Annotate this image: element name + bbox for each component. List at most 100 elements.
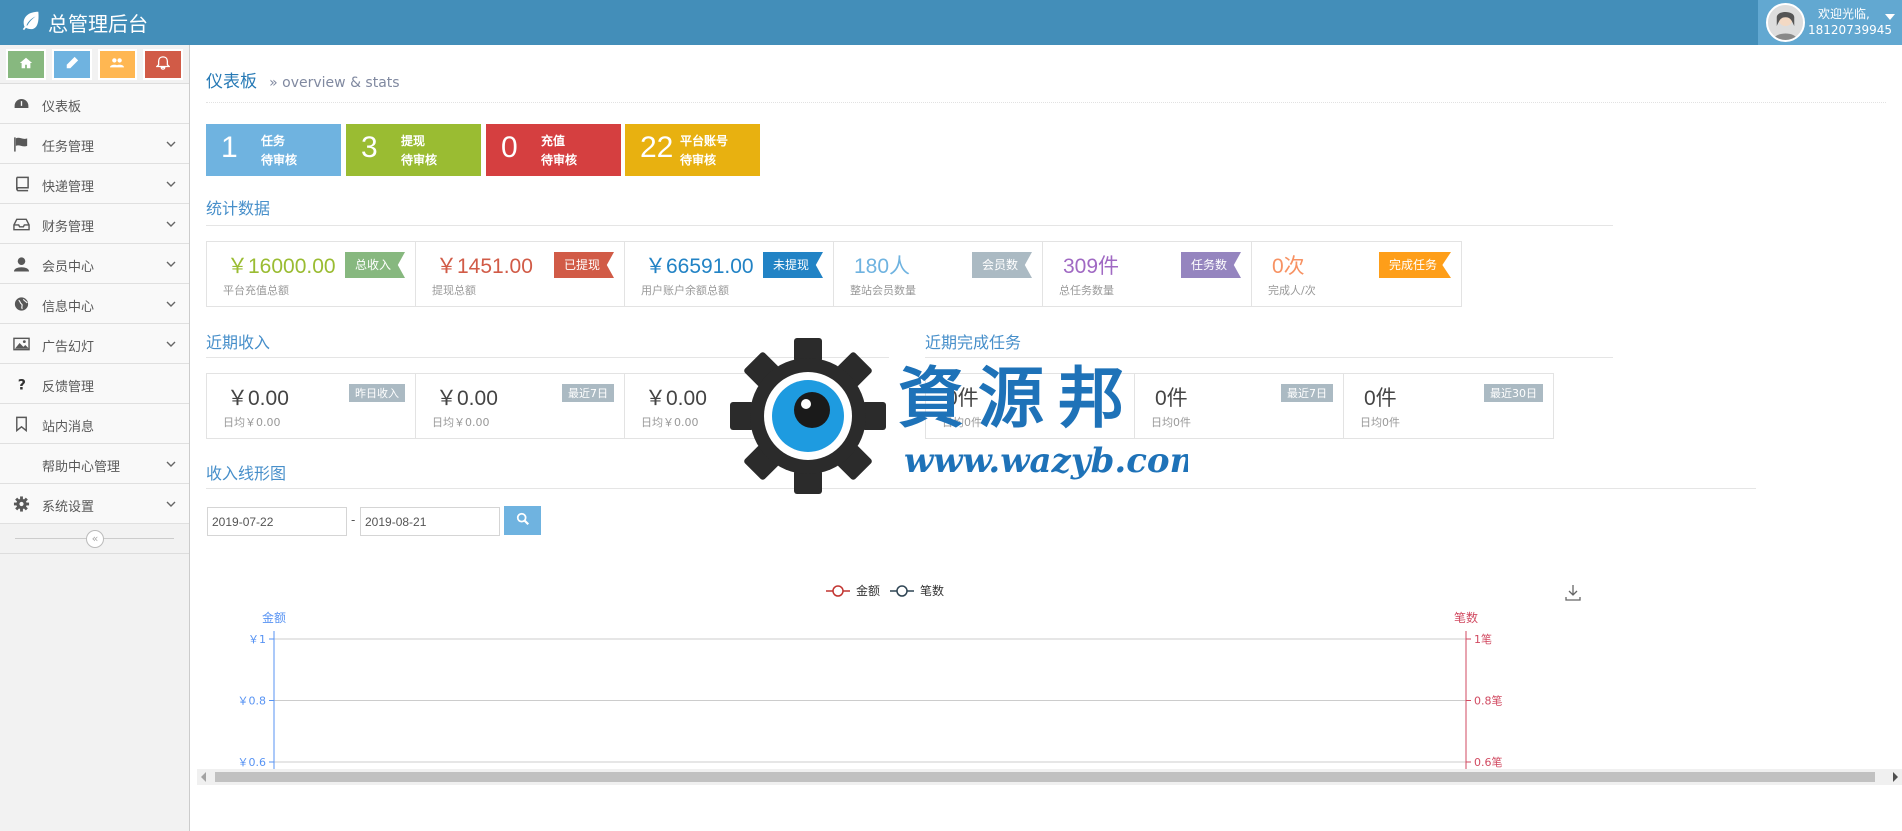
group-icon bbox=[110, 56, 125, 74]
legend-marker bbox=[896, 585, 908, 597]
stat-badge: 已提现 bbox=[553, 252, 614, 278]
sidebar-item-10[interactable]: 系统设置 bbox=[0, 484, 189, 524]
legend-label: 笔数 bbox=[920, 583, 944, 598]
top-navbar: 总管理后台 欢迎光临, 18120739945 bbox=[0, 0, 1902, 45]
download-icon bbox=[1565, 585, 1581, 601]
pending-status: 待审核 bbox=[401, 153, 438, 167]
summary-card: ￥0.00 最近7日 日均￥0.00 bbox=[416, 374, 625, 438]
sidebar-item-8[interactable]: 站内消息 bbox=[0, 404, 189, 444]
globe-icon bbox=[12, 296, 30, 312]
sidebar-item-6[interactable]: 广告幻灯 bbox=[0, 324, 189, 364]
user-welcome: 欢迎光临, bbox=[1818, 7, 1870, 21]
sidebar-item-label: 仪表板 bbox=[42, 100, 82, 115]
period-badge: 最近7日 bbox=[1281, 384, 1333, 402]
legend-marker bbox=[832, 585, 844, 597]
chevron-down-icon bbox=[165, 498, 177, 510]
end-date-input[interactable] bbox=[360, 507, 500, 536]
sidebar-item-label: 帮助中心管理 bbox=[42, 460, 121, 475]
sidebar-item-2[interactable]: 快递管理 bbox=[0, 164, 189, 204]
sidebar-item-0[interactable]: 仪表板 bbox=[0, 84, 189, 124]
summary-caption: 日均￥0.00 bbox=[432, 416, 490, 429]
brand[interactable]: 总管理后台 bbox=[20, 8, 148, 37]
stats-row: ￥16000.00 总收入 平台充值总额 ￥1451.00 已提现 提现总额 ￥66591.… bbox=[206, 241, 1462, 307]
pending-count: 1 bbox=[221, 131, 238, 164]
stat-caption: 完成人/次 bbox=[1268, 284, 1316, 297]
summary-caption: 日均0件 bbox=[1360, 416, 1400, 429]
y-left-tick-label: ￥1 bbox=[248, 633, 266, 646]
section-divider bbox=[206, 357, 889, 358]
scroll-right-icon[interactable] bbox=[1893, 772, 1898, 782]
book-icon bbox=[12, 176, 30, 192]
shortcut-home-button[interactable] bbox=[6, 49, 46, 80]
sidebar-item-7[interactable]: ? 反馈管理 bbox=[0, 364, 189, 404]
summary-card: 0件 日均0件 bbox=[926, 374, 1135, 438]
caret-down-icon[interactable] bbox=[1885, 14, 1895, 20]
period-badge: 最近7日 bbox=[562, 384, 614, 402]
summary-card: ￥0.00 昨日收入 日均￥0.00 bbox=[207, 374, 416, 438]
home-icon bbox=[19, 56, 33, 74]
scroll-left-icon[interactable] bbox=[201, 772, 206, 782]
page-subtitle: » overview & stats bbox=[269, 75, 400, 91]
section-title-recent-tasks: 近期完成任务 bbox=[925, 333, 1022, 352]
income-line-chart: 金额 笔数 金额 笔数 ￥1 1笔 ￥0.8 0.8笔 ￥0.6 0.6笔 bbox=[206, 535, 1886, 831]
pending-status: 待审核 bbox=[541, 153, 578, 167]
legend-label: 金额 bbox=[856, 583, 880, 598]
pending-box-0[interactable]: 1 任务待审核 bbox=[206, 124, 341, 176]
chart-svg: 金额 笔数金额 笔数￥1 1笔￥0.8 0.8笔￥0.6 0.6笔 bbox=[238, 583, 1581, 775]
stat-value: 0次 bbox=[1272, 255, 1305, 278]
sidebar-item-4[interactable]: 会员中心 bbox=[0, 244, 189, 284]
date-separator: - bbox=[351, 513, 356, 527]
stat-value: 309件 bbox=[1063, 255, 1120, 278]
section-divider bbox=[206, 225, 1613, 226]
sidebar-item-1[interactable]: 任务管理 bbox=[0, 124, 189, 164]
pending-status: 待审核 bbox=[261, 153, 298, 167]
pending-label: 提现 bbox=[401, 134, 426, 148]
y-left-tick-label: ￥0.6 bbox=[238, 756, 267, 769]
search-button[interactable] bbox=[504, 506, 541, 535]
pending-label: 任务 bbox=[261, 134, 286, 148]
shortcut-pencil-button[interactable] bbox=[51, 49, 92, 80]
sidebar-collapse-toggle[interactable]: « bbox=[0, 524, 189, 554]
pending-box-2[interactable]: 0 充值 待审核 bbox=[486, 124, 621, 176]
pending-count: 22 bbox=[640, 131, 674, 164]
summary-card: 0件 最近7日 日均0件 bbox=[1135, 374, 1344, 438]
pending-box-1[interactable]: 3 提现 待审核 bbox=[346, 124, 481, 176]
section-divider bbox=[206, 488, 1756, 489]
stat-badge: 会员数 bbox=[971, 252, 1032, 278]
sidebar-item-label: 快递管理 bbox=[42, 180, 95, 195]
sidebar-item-label: 信息中心 bbox=[42, 300, 95, 315]
sidebar-item-9[interactable]: 帮助中心管理 bbox=[0, 444, 189, 484]
stat-badge: 总收入 bbox=[344, 252, 405, 278]
y-right-tick-label: 0.6笔 bbox=[1474, 755, 1503, 769]
pending-label: 平台账号 bbox=[680, 134, 729, 148]
sidebar-item-label: 系统设置 bbox=[42, 500, 95, 515]
section-title-stats: 统计数据 bbox=[206, 199, 271, 218]
double-chevron-left-icon[interactable]: « bbox=[86, 530, 104, 548]
stat-value: ￥66591.00 bbox=[645, 255, 754, 278]
sidebar-item-label: 会员中心 bbox=[42, 260, 95, 275]
stat-caption: 总任务数量 bbox=[1059, 284, 1114, 297]
shortcut-bell-button[interactable] bbox=[143, 49, 183, 80]
sidebar-item-3[interactable]: 财务管理 bbox=[0, 204, 189, 244]
chevron-down-icon bbox=[165, 138, 177, 150]
scrollbar-thumb[interactable] bbox=[215, 772, 1875, 782]
y-right-tick-label: 0.8笔 bbox=[1474, 694, 1503, 708]
stat-card: 0次 完成任务 完成人/次 bbox=[1252, 242, 1461, 306]
stat-card: ￥1451.00 已提现 提现总额 bbox=[416, 242, 625, 306]
stat-card: 180人 会员数 整站会员数量 bbox=[834, 242, 1043, 306]
summary-caption: 日均￥0.00 bbox=[641, 416, 699, 429]
recent-income-row: ￥0.00 昨日收入 日均￥0.00 ￥0.00 最近7日 日均￥0.00 ￥0.00 最近3… bbox=[206, 373, 835, 439]
sidebar-item-label: 财务管理 bbox=[42, 220, 95, 235]
sidebar-menu: 仪表板任务管理快递管理财务管理会员中心信息中心广告幻灯? 反馈管理 站内消息帮助中心… bbox=[0, 84, 189, 524]
svg-text:?: ? bbox=[17, 378, 25, 392]
pencil-icon bbox=[65, 56, 79, 74]
start-date-input[interactable] bbox=[207, 507, 347, 536]
horizontal-scrollbar[interactable] bbox=[197, 769, 1902, 785]
user-menu[interactable]: 欢迎光临, 18120739945 bbox=[1758, 0, 1902, 45]
sidebar-item-5[interactable]: 信息中心 bbox=[0, 284, 189, 324]
y-axis-left-title: 金额 bbox=[262, 610, 286, 625]
pending-box-3[interactable]: 22 平台账号 待审核 bbox=[625, 124, 760, 176]
main-content: 仪表板 » overview & stats 1 任务 待审核 3 提现 待审核 0 充值 待审… bbox=[191, 45, 1902, 831]
avatar[interactable] bbox=[1766, 3, 1805, 42]
shortcut-group-button[interactable] bbox=[97, 49, 138, 80]
